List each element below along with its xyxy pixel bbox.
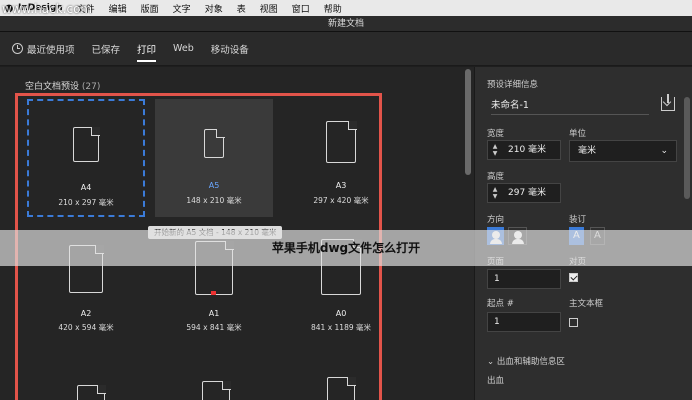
- menu-item-object[interactable]: 对象: [205, 2, 223, 15]
- tab-print[interactable]: 打印: [137, 32, 157, 66]
- bleed-section-label: 出血和辅助信息区: [496, 357, 565, 367]
- document-icon: [77, 384, 106, 400]
- details-header: 预设详细信息: [487, 80, 539, 90]
- bleed-section-toggle[interactable]: ⌄ 出血和辅助信息区: [487, 355, 565, 367]
- menu-item-view[interactable]: 视图: [260, 2, 278, 15]
- menu-item-edit[interactable]: 编辑: [109, 2, 127, 15]
- start-page-label: 起点 #: [487, 299, 514, 309]
- category-tabs: 最近使用项 已保存 打印 Web 移动设备: [0, 32, 692, 66]
- width-stepper[interactable]: ▲ ▼: [488, 141, 502, 159]
- document-icon: [73, 126, 100, 162]
- bleed-label: 出血: [487, 376, 505, 386]
- preset-size: 210 x 297 毫米: [58, 198, 114, 207]
- preset-name: A3: [335, 181, 347, 190]
- units-label: 单位: [569, 129, 587, 139]
- tab-saved-label: 已保存: [91, 44, 121, 56]
- chevron-down-icon: ⌄: [660, 146, 668, 156]
- menu-item-table[interactable]: 表: [237, 2, 246, 15]
- width-value: 210 毫米: [508, 145, 547, 155]
- preset-name: A4: [80, 183, 92, 192]
- primary-text-frame-label: 主文本框: [569, 299, 604, 309]
- orientation-label: 方向: [487, 215, 505, 225]
- preset-section-title: 空白文档预设 (27): [25, 79, 100, 92]
- preset-section-label: 空白文档预设: [25, 82, 80, 92]
- preset-name: A2: [80, 309, 92, 318]
- height-stepper[interactable]: ▲ ▼: [488, 184, 502, 202]
- menu-item-window[interactable]: 窗口: [292, 2, 310, 15]
- overlay-banner: 苹果手机dwg文件怎么打开: [0, 230, 692, 266]
- tab-saved[interactable]: 已保存: [92, 32, 121, 66]
- tab-mobile-label: 移动设备: [210, 44, 249, 56]
- document-icon: [326, 120, 357, 163]
- document-icon: [204, 128, 225, 158]
- binding-label: 装订: [569, 215, 587, 225]
- tab-web-label: Web: [173, 43, 194, 54]
- preset-size: 594 x 841 毫米: [186, 323, 242, 332]
- preset-size: 420 x 594 毫米: [58, 323, 114, 332]
- preset-a5[interactable]: A5 148 x 210 毫米: [155, 99, 273, 217]
- document-icon: [202, 380, 231, 400]
- menu-bar: ● InDesign 文件 编辑 版面 文字 对象 表 视图 窗口 帮助: [0, 0, 692, 16]
- tab-mobile[interactable]: 移动设备: [211, 32, 249, 66]
- units-select[interactable]: 毫米 ⌄: [569, 140, 677, 162]
- chevron-down-icon: ⌄: [487, 357, 495, 367]
- document-name-field[interactable]: 未命名-1: [491, 97, 649, 115]
- primary-text-frame-checkbox[interactable]: [569, 318, 578, 327]
- save-preset-icon[interactable]: [661, 94, 675, 111]
- tab-recent[interactable]: 最近使用项: [12, 32, 75, 66]
- height-input[interactable]: ▲ ▼ 297 毫米: [487, 183, 561, 203]
- width-input[interactable]: ▲ ▼ 210 毫米: [487, 140, 561, 160]
- menu-item-layout[interactable]: 版面: [141, 2, 159, 15]
- clock-icon: [12, 43, 23, 54]
- tab-print-label: 打印: [137, 44, 157, 56]
- document-icon: [327, 376, 356, 400]
- preset-size: 841 x 1189 毫米: [311, 323, 371, 332]
- window-title: 新建文档: [0, 16, 692, 32]
- red-marker: [211, 291, 216, 295]
- start-page-input[interactable]: 1: [487, 312, 561, 332]
- height-label: 高度: [487, 172, 505, 182]
- preset-a4[interactable]: A4 210 x 297 毫米: [27, 99, 145, 217]
- preset-size: 148 x 210 毫米: [186, 196, 242, 205]
- preset-name: A0: [335, 309, 347, 318]
- preset-size: 297 x 420 毫米: [313, 196, 369, 205]
- height-value: 297 毫米: [508, 188, 547, 198]
- tab-recent-label: 最近使用项: [27, 44, 75, 56]
- facing-pages-checkbox[interactable]: [569, 273, 578, 282]
- preset-count: (27): [81, 82, 101, 92]
- units-value: 毫米: [578, 146, 597, 156]
- preset-a3[interactable]: A3 297 x 420 毫米: [282, 99, 400, 217]
- watermark: www.hack.com: [2, 2, 93, 16]
- menu-item-type[interactable]: 文字: [173, 2, 191, 15]
- preset-scrollbar[interactable]: [465, 69, 471, 175]
- tab-web[interactable]: Web: [173, 32, 194, 66]
- width-label: 宽度: [487, 129, 505, 139]
- panel-scrollbar[interactable]: [684, 97, 690, 199]
- preset-name: A1: [208, 309, 220, 318]
- pages-input[interactable]: 1: [487, 269, 561, 289]
- preset-name: A5: [208, 181, 220, 190]
- menu-item-help[interactable]: 帮助: [324, 2, 342, 15]
